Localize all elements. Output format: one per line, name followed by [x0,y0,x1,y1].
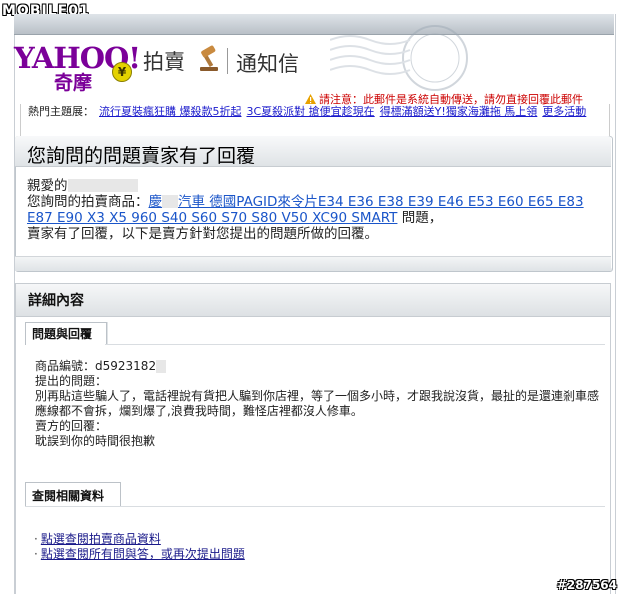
header-divider [227,48,228,74]
redacted-name: x [67,179,138,192]
hot-topic-link-2[interactable]: 3C夏殺派對 搶便宜趁現在 [247,105,375,118]
hot-topics-frame-right [609,104,610,136]
item-number-label: 商品編號： [35,359,96,373]
tab-related-info-label: 查閱相關資料 [32,489,105,503]
top-bar [14,14,614,35]
reply-intro: 賣家有了回覆，以下是賣方針對您提出的問題所做的回覆。 [27,226,378,242]
yahoo-logo-cn: 奇摩 [54,72,93,94]
reply-summary-body: 親愛的x 您詢問的拍賣商品：慶x汽車 德國PAGID來令片E34 E36 E38… [27,178,607,242]
more-events-link[interactable]: 更多活動 [542,105,586,118]
warning-icon [305,94,316,104]
gavel-icon [200,45,218,71]
hot-topics-frame-left [20,104,21,136]
item-prefix: 您詢問的拍賣商品： [27,194,149,210]
yen-badge-icon: ¥ [112,62,132,82]
postmark-stamp-icon [330,25,468,91]
item-link-part-a[interactable]: 慶 [149,194,163,210]
tab-qa-divider [105,344,605,345]
redacted-item-digit: x [156,360,167,373]
item-suffix: 問題， [397,210,443,226]
header-title-notice: 通知信 [236,52,299,76]
qa-content: 商品編號：d5923182x 提出的問題： 別再貼這些騙人了，電話裡說有貨把人騙… [35,359,605,449]
tab-related-info-divider [25,506,605,507]
question-text: 別再貼這些騙人了，電話裡說有貨把人騙到你店裡，等了一個多小時，才跟我說沒貨，最扯… [35,389,600,418]
reply-summary-title: 您詢問的問題賣家有了回覆 [27,145,256,167]
details-title: 詳細內容 [28,293,84,309]
question-label: 提出的問題： [35,374,108,388]
answer-label: 賣方的回覆： [35,419,108,433]
bullet-icon: · [34,532,38,546]
hot-topic-link-3[interactable]: 得標滿額送Y!獨家海灘拖 馬上領 [380,105,538,118]
hot-topics-label: 熱門主題展： [28,105,94,118]
related-links: · 點選查閱拍賣商品資料 · 點選查閱所有問與答，或再次提出問題 [34,532,245,562]
bullet-icon: · [34,547,38,561]
header-title-auction: 拍賣 [143,50,185,74]
tab-qa-label: 問題與回覆 [32,327,93,341]
hot-topics: 熱門主題展： 流行夏裝瘋狂購 爆殺款5折起 3C夏殺派對 搶便宜趁現在 得標滿額送Y!… [28,105,588,119]
answer-text: 耽誤到你的時間很抱歉 [35,434,156,448]
greeting: 親愛的 [27,178,68,194]
view-item-link[interactable]: 點選查閱拍賣商品資料 [41,532,161,546]
details-title-bar [15,283,611,317]
hot-topic-link-1[interactable]: 流行夏裝瘋狂購 爆殺款5折起 [99,105,242,118]
view-all-qa-link[interactable]: 點選查閱所有問與答，或再次提出問題 [41,547,245,561]
redacted-store: x [162,195,178,208]
watermark-bottom: #287564 [556,578,617,592]
item-number: d5923182 [95,359,157,373]
reply-summary-footer [15,256,611,271]
